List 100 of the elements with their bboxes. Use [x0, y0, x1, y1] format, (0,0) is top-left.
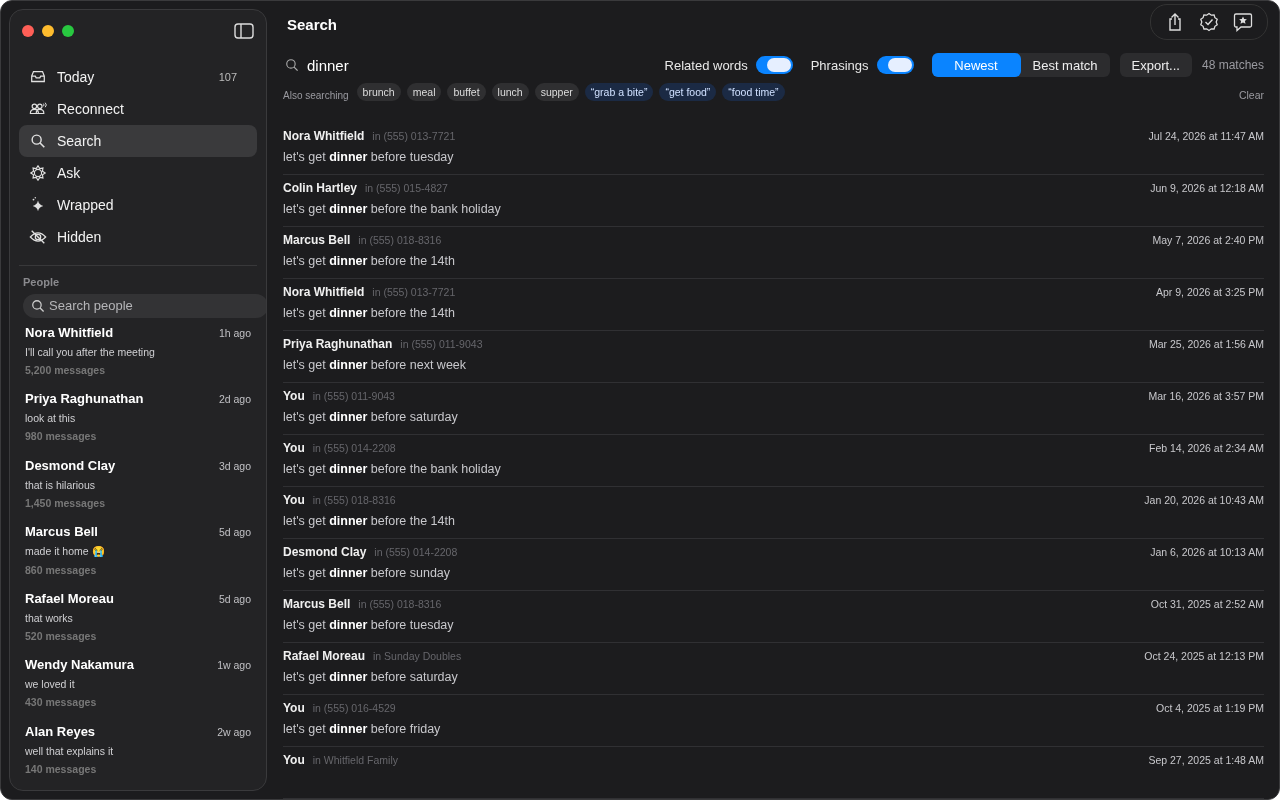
last-active-time: 1w ago [217, 659, 251, 671]
message-count: 430 messages [25, 696, 98, 708]
item-count: 107 [218, 70, 237, 83]
sender-name: Desmond Clay [283, 545, 367, 559]
person-name[interactable]: Marcus Bell [25, 524, 98, 539]
sidebar-item[interactable]: Reconnect [19, 92, 257, 125]
also-searching-label: Also searching [283, 89, 349, 101]
person-name[interactable]: Priya Raghunathan [25, 391, 144, 406]
word-chip[interactable]: brunch [356, 83, 401, 101]
sidebar-item[interactable]: Wrapped [19, 188, 257, 221]
message-date: Oct 4, 2025 at 1:19 PM [1156, 702, 1264, 714]
last-active-time: 5d ago [218, 592, 251, 605]
message-preview: look at this [25, 412, 77, 424]
sender-name: Marcus Bell [283, 597, 351, 611]
message-text: let's get dinner before tuesday [283, 150, 455, 164]
message-date: Mar 16, 2026 at 3:57 PM [1148, 390, 1264, 402]
sender-name: Colin Hartley [283, 181, 357, 195]
verified-badge-icon[interactable] [1199, 12, 1219, 33]
last-active-time: 3d ago [218, 459, 251, 472]
message-count: 5,200 messages [25, 363, 106, 376]
sender-name: You [283, 753, 305, 767]
last-active-time: 2d ago [218, 393, 251, 405]
last-active-time: 1h ago [218, 326, 251, 339]
message-text: let's get dinner before tuesday [283, 618, 455, 632]
message-preview: well that explains it [25, 744, 115, 757]
sort-option[interactable]: Newest [931, 53, 1021, 78]
message-text: let's get dinner before saturday [283, 410, 459, 424]
minimize-button[interactable] [42, 24, 54, 37]
sort-option[interactable]: Best match [1020, 53, 1110, 78]
sidebar-item[interactable]: Search [19, 124, 257, 157]
toggle-switch[interactable] [755, 56, 793, 75]
message-preview: that is hilarious [25, 478, 97, 491]
word-chip[interactable]: meal [406, 83, 442, 101]
word-chip[interactable]: supper [534, 83, 579, 101]
message-preview: I'll call you after the meeting [25, 345, 156, 358]
message-preview: we loved it [25, 678, 76, 690]
person-name[interactable]: Alan Reyes [25, 723, 96, 739]
conversation-name: in (555) 011-9043 [400, 338, 483, 350]
word-chip[interactable]: lunch [491, 83, 529, 101]
message-date: Apr 9, 2026 at 3:25 PM [1156, 286, 1264, 298]
clear-link[interactable]: Clear [1238, 89, 1264, 101]
export-button[interactable]: Export... [1119, 53, 1192, 78]
person-name[interactable]: Desmond Clay [25, 457, 116, 473]
nav-icon [29, 163, 47, 182]
message-text: let's get dinner before the 14th [283, 254, 456, 268]
sidebar-item[interactable]: Hidden [19, 220, 257, 253]
conversation-name: in (555) 015-4827 [365, 182, 448, 194]
message-date: Jan 20, 2026 at 10:43 AM [1144, 494, 1264, 506]
phrase-chip[interactable]: “food time” [722, 83, 785, 101]
search-icon [285, 58, 299, 73]
message-date: Jul 24, 2026 at 11:47 AM [1148, 130, 1264, 142]
message-preview: that works [25, 611, 74, 624]
message-date: Sep 27, 2025 at 1:48 AM [1148, 754, 1264, 766]
conversation-name: in (555) 016-4529 [312, 702, 396, 714]
sender-name: Rafael Moreau [283, 649, 366, 663]
sender-name: Nora Whitfield [283, 285, 365, 299]
close-button[interactable] [22, 24, 34, 37]
message-date: May 7, 2026 at 2:40 PM [1152, 234, 1264, 246]
person-name[interactable]: Rafael Moreau [25, 590, 114, 606]
search-field[interactable]: Search people [23, 293, 266, 318]
conversation-name: in (555) 013-7721 [372, 286, 456, 298]
star-message-icon[interactable] [1233, 12, 1253, 33]
conversation-name: in (555) 014-2208 [312, 442, 396, 454]
phrase-chip[interactable]: “grab a bite” [584, 83, 654, 101]
message-text: let's get dinner before the bank holiday [283, 462, 502, 476]
toggle-label: Related words [664, 57, 748, 73]
message-text: let's get dinner before the 14th [283, 306, 456, 320]
conversation-name: in (555) 014-2208 [374, 546, 458, 558]
page-title: Search [287, 15, 338, 33]
sender-name: Marcus Bell [283, 233, 351, 247]
conversation-name: in (555) 018-8316 [358, 234, 442, 246]
toggle-switch[interactable] [876, 56, 914, 75]
phrase-chip[interactable]: “get food” [659, 83, 717, 101]
sender-name: Priya Raghunathan [283, 337, 393, 351]
message-text: let's get dinner before the bank holiday [283, 202, 502, 216]
conversation-name: in Whitfield Family [312, 754, 398, 766]
sender-name: You [283, 493, 305, 507]
search-field[interactable]: dinner [307, 56, 507, 74]
message-text: let's get dinner before next week [283, 358, 468, 372]
message-count: 140 messages [25, 762, 98, 775]
conversation-name: in (555) 018-8316 [312, 494, 396, 506]
sidebar-item[interactable]: Ask [19, 156, 257, 189]
person-name[interactable]: Nora Whitfield [25, 324, 114, 340]
message-date: Oct 31, 2025 at 2:52 AM [1150, 598, 1264, 610]
last-active-time: 2w ago [217, 725, 251, 738]
word-chip[interactable]: buffet [447, 83, 486, 101]
sender-name: You [283, 701, 305, 715]
message-count: 980 messages [25, 430, 98, 442]
message-count: 860 messages [25, 564, 98, 576]
message-text: let's get dinner before saturday [283, 670, 459, 684]
sender-name: You [283, 389, 305, 403]
message-text: let's get dinner before sunday [283, 566, 452, 580]
message-date: Jan 6, 2026 at 10:13 AM [1150, 546, 1264, 558]
message-preview: made it home 😭 [25, 545, 106, 558]
zoom-button[interactable] [62, 24, 74, 37]
sidebar-item[interactable]: Today 107 [19, 60, 257, 93]
person-name[interactable]: Wendy Nakamura [25, 657, 134, 672]
sidebar-toggle-icon[interactable] [234, 22, 254, 39]
message-count: 1,450 messages [25, 496, 106, 509]
message-text: let's get dinner before friday [283, 722, 442, 736]
